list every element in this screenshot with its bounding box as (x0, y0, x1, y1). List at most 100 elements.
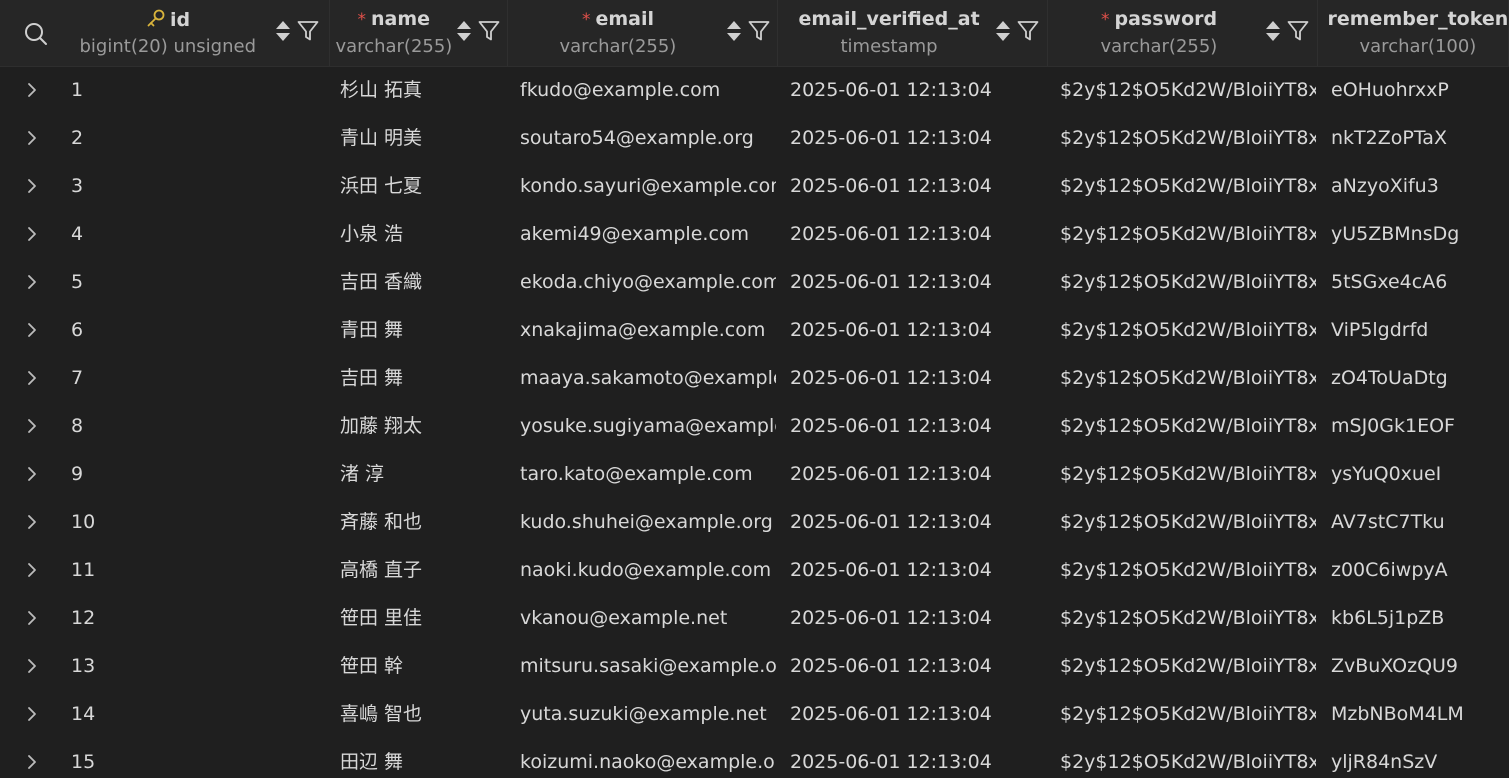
cell-password[interactable]: $2y$12$O5Kd2W/BloiiYT8xu (1060, 450, 1316, 498)
cell-id[interactable]: 15 (71, 738, 330, 778)
table-row[interactable]: 7 吉田 舞 maaya.sakamoto@example. 2025-06-01 1… (0, 354, 1509, 402)
cell-email[interactable]: kondo.sayuri@example.com (520, 162, 776, 210)
cell-remember_token[interactable]: AV7stC7Tku (1331, 498, 1509, 546)
cell-password[interactable]: $2y$12$O5Kd2W/BloiiYT8xu (1060, 498, 1316, 546)
cell-id[interactable]: 4 (71, 210, 330, 258)
chevron-right-icon[interactable] (25, 274, 39, 290)
cell-email[interactable]: vkanou@example.net (520, 594, 776, 642)
chevron-right-icon[interactable] (25, 322, 39, 338)
chevron-right-icon[interactable] (25, 514, 39, 530)
cell-id[interactable]: 6 (71, 306, 330, 354)
cell-remember_token[interactable]: kb6L5j1pZB (1331, 594, 1509, 642)
cell-id[interactable]: 11 (71, 546, 330, 594)
cell-email_verified_at[interactable]: 2025-06-01 12:13:04 (790, 690, 1048, 738)
cell-id[interactable]: 10 (71, 498, 330, 546)
table-row[interactable]: 11 高橋 直子 naoki.kudo@example.com 2025-06-01 … (0, 546, 1509, 594)
cell-name[interactable]: 浜田 七夏 (340, 162, 508, 210)
cell-password[interactable]: $2y$12$O5Kd2W/BloiiYT8xu (1060, 642, 1316, 690)
chevron-right-icon[interactable] (25, 370, 39, 386)
cell-email[interactable]: maaya.sakamoto@example. (520, 354, 776, 402)
cell-email[interactable]: soutaro54@example.org (520, 114, 776, 162)
cell-email_verified_at[interactable]: 2025-06-01 12:13:04 (790, 162, 1048, 210)
cell-email_verified_at[interactable]: 2025-06-01 12:13:04 (790, 498, 1048, 546)
cell-id[interactable]: 2 (71, 114, 330, 162)
table-row[interactable]: 5 吉田 香織 ekoda.chiyo@example.com 2025-06-01 … (0, 258, 1509, 306)
chevron-right-icon[interactable] (25, 130, 39, 146)
cell-id[interactable]: 12 (71, 594, 330, 642)
cell-email[interactable]: kudo.shuhei@example.org (520, 498, 776, 546)
cell-id[interactable]: 3 (71, 162, 330, 210)
cell-name[interactable]: 青山 明美 (340, 114, 508, 162)
cell-password[interactable]: $2y$12$O5Kd2W/BloiiYT8xu (1060, 306, 1316, 354)
sort-icon[interactable] (1265, 19, 1281, 43)
cell-email_verified_at[interactable]: 2025-06-01 12:13:04 (790, 642, 1048, 690)
filter-icon[interactable] (1017, 20, 1039, 42)
cell-password[interactable]: $2y$12$O5Kd2W/BloiiYT8xu (1060, 210, 1316, 258)
chevron-right-icon[interactable] (25, 466, 39, 482)
cell-email[interactable]: fkudo@example.com (520, 66, 776, 114)
chevron-right-icon[interactable] (25, 82, 39, 98)
table-row[interactable]: 2 青山 明美 soutaro54@example.org 2025-06-01 12… (0, 114, 1509, 162)
chevron-right-icon[interactable] (25, 226, 39, 242)
cell-email_verified_at[interactable]: 2025-06-01 12:13:04 (790, 66, 1048, 114)
column-header-remember_token[interactable]: remember_token varchar(100) (1318, 0, 1509, 66)
cell-name[interactable]: 渚 淳 (340, 450, 508, 498)
table-row[interactable]: 10 斉藤 和也 kudo.shuhei@example.org 2025-06-01… (0, 498, 1509, 546)
cell-password[interactable]: $2y$12$O5Kd2W/BloiiYT8xu (1060, 162, 1316, 210)
cell-email_verified_at[interactable]: 2025-06-01 12:13:04 (790, 450, 1048, 498)
cell-remember_token[interactable]: nkT2ZoPTaX (1331, 114, 1509, 162)
cell-email[interactable]: ekoda.chiyo@example.com (520, 258, 776, 306)
table-row[interactable]: 1 杉山 拓真 fkudo@example.com 2025-06-01 12:13:… (0, 66, 1509, 114)
cell-id[interactable]: 5 (71, 258, 330, 306)
cell-name[interactable]: 笹田 里佳 (340, 594, 508, 642)
cell-name[interactable]: 吉田 舞 (340, 354, 508, 402)
sort-icon[interactable] (726, 19, 742, 43)
chevron-right-icon[interactable] (25, 754, 39, 770)
cell-id[interactable]: 9 (71, 450, 330, 498)
cell-email_verified_at[interactable]: 2025-06-01 12:13:04 (790, 258, 1048, 306)
chevron-right-icon[interactable] (25, 418, 39, 434)
cell-name[interactable]: 斉藤 和也 (340, 498, 508, 546)
table-row[interactable]: 9渚 淳 taro.kato@example.com 2025-06-01 12:1… (0, 450, 1509, 498)
cell-remember_token[interactable]: aNzyoXifu3 (1331, 162, 1509, 210)
cell-email_verified_at[interactable]: 2025-06-01 12:13:04 (790, 594, 1048, 642)
table-row[interactable]: 13 笹田 幹 mitsuru.sasaki@example.org 2025-06-… (0, 642, 1509, 690)
cell-remember_token[interactable]: ysYuQ0xueI (1331, 450, 1509, 498)
cell-email_verified_at[interactable]: 2025-06-01 12:13:04 (790, 402, 1048, 450)
chevron-right-icon[interactable] (25, 562, 39, 578)
cell-password[interactable]: $2y$12$O5Kd2W/BloiiYT8xu (1060, 690, 1316, 738)
cell-password[interactable]: $2y$12$O5Kd2W/BloiiYT8xu (1060, 258, 1316, 306)
cell-remember_token[interactable]: yU5ZBMnsDg (1331, 210, 1509, 258)
cell-password[interactable]: $2y$12$O5Kd2W/BloiiYT8xu (1060, 114, 1316, 162)
column-header-id[interactable]: id bigint(20) unsigned (60, 0, 330, 66)
cell-email[interactable]: xnakajima@example.com (520, 306, 776, 354)
cell-remember_token[interactable]: z00C6iwpyA (1331, 546, 1509, 594)
cell-id[interactable]: 7 (71, 354, 330, 402)
cell-email_verified_at[interactable]: 2025-06-01 12:13:04 (790, 306, 1048, 354)
cell-id[interactable]: 14 (71, 690, 330, 738)
cell-name[interactable]: 吉田 香織 (340, 258, 508, 306)
cell-email_verified_at[interactable]: 2025-06-01 12:13:04 (790, 354, 1048, 402)
cell-remember_token[interactable]: MzbNBoM4LM (1331, 690, 1509, 738)
cell-password[interactable]: $2y$12$O5Kd2W/BloiiYT8xu (1060, 594, 1316, 642)
cell-email[interactable]: yuta.suzuki@example.net (520, 690, 776, 738)
cell-remember_token[interactable]: ZvBuXOzQU9 (1331, 642, 1509, 690)
cell-password[interactable]: $2y$12$O5Kd2W/BloiiYT8xu (1060, 402, 1316, 450)
cell-name[interactable]: 小泉 浩 (340, 210, 508, 258)
table-row[interactable]: 14 喜嶋 智也 yuta.suzuki@example.net 2025-06-01… (0, 690, 1509, 738)
cell-remember_token[interactable]: 5tSGxe4cA6 (1331, 258, 1509, 306)
cell-email[interactable]: taro.kato@example.com (520, 450, 776, 498)
cell-remember_token[interactable]: yljR84nSzV (1331, 738, 1509, 778)
cell-name[interactable]: 加藤 翔太 (340, 402, 508, 450)
cell-name[interactable]: 青田 舞 (340, 306, 508, 354)
chevron-right-icon[interactable] (25, 658, 39, 674)
column-header-password[interactable]: * password varchar(255) (1048, 0, 1318, 66)
cell-name[interactable]: 高橋 直子 (340, 546, 508, 594)
filter-icon[interactable] (1287, 20, 1309, 42)
cell-password[interactable]: $2y$12$O5Kd2W/BloiiYT8xu (1060, 546, 1316, 594)
cell-email_verified_at[interactable]: 2025-06-01 12:13:04 (790, 738, 1048, 778)
sort-icon[interactable] (275, 19, 291, 43)
cell-id[interactable]: 13 (71, 642, 330, 690)
cell-email[interactable]: akemi49@example.com (520, 210, 776, 258)
cell-remember_token[interactable]: zO4ToUaDtg (1331, 354, 1509, 402)
